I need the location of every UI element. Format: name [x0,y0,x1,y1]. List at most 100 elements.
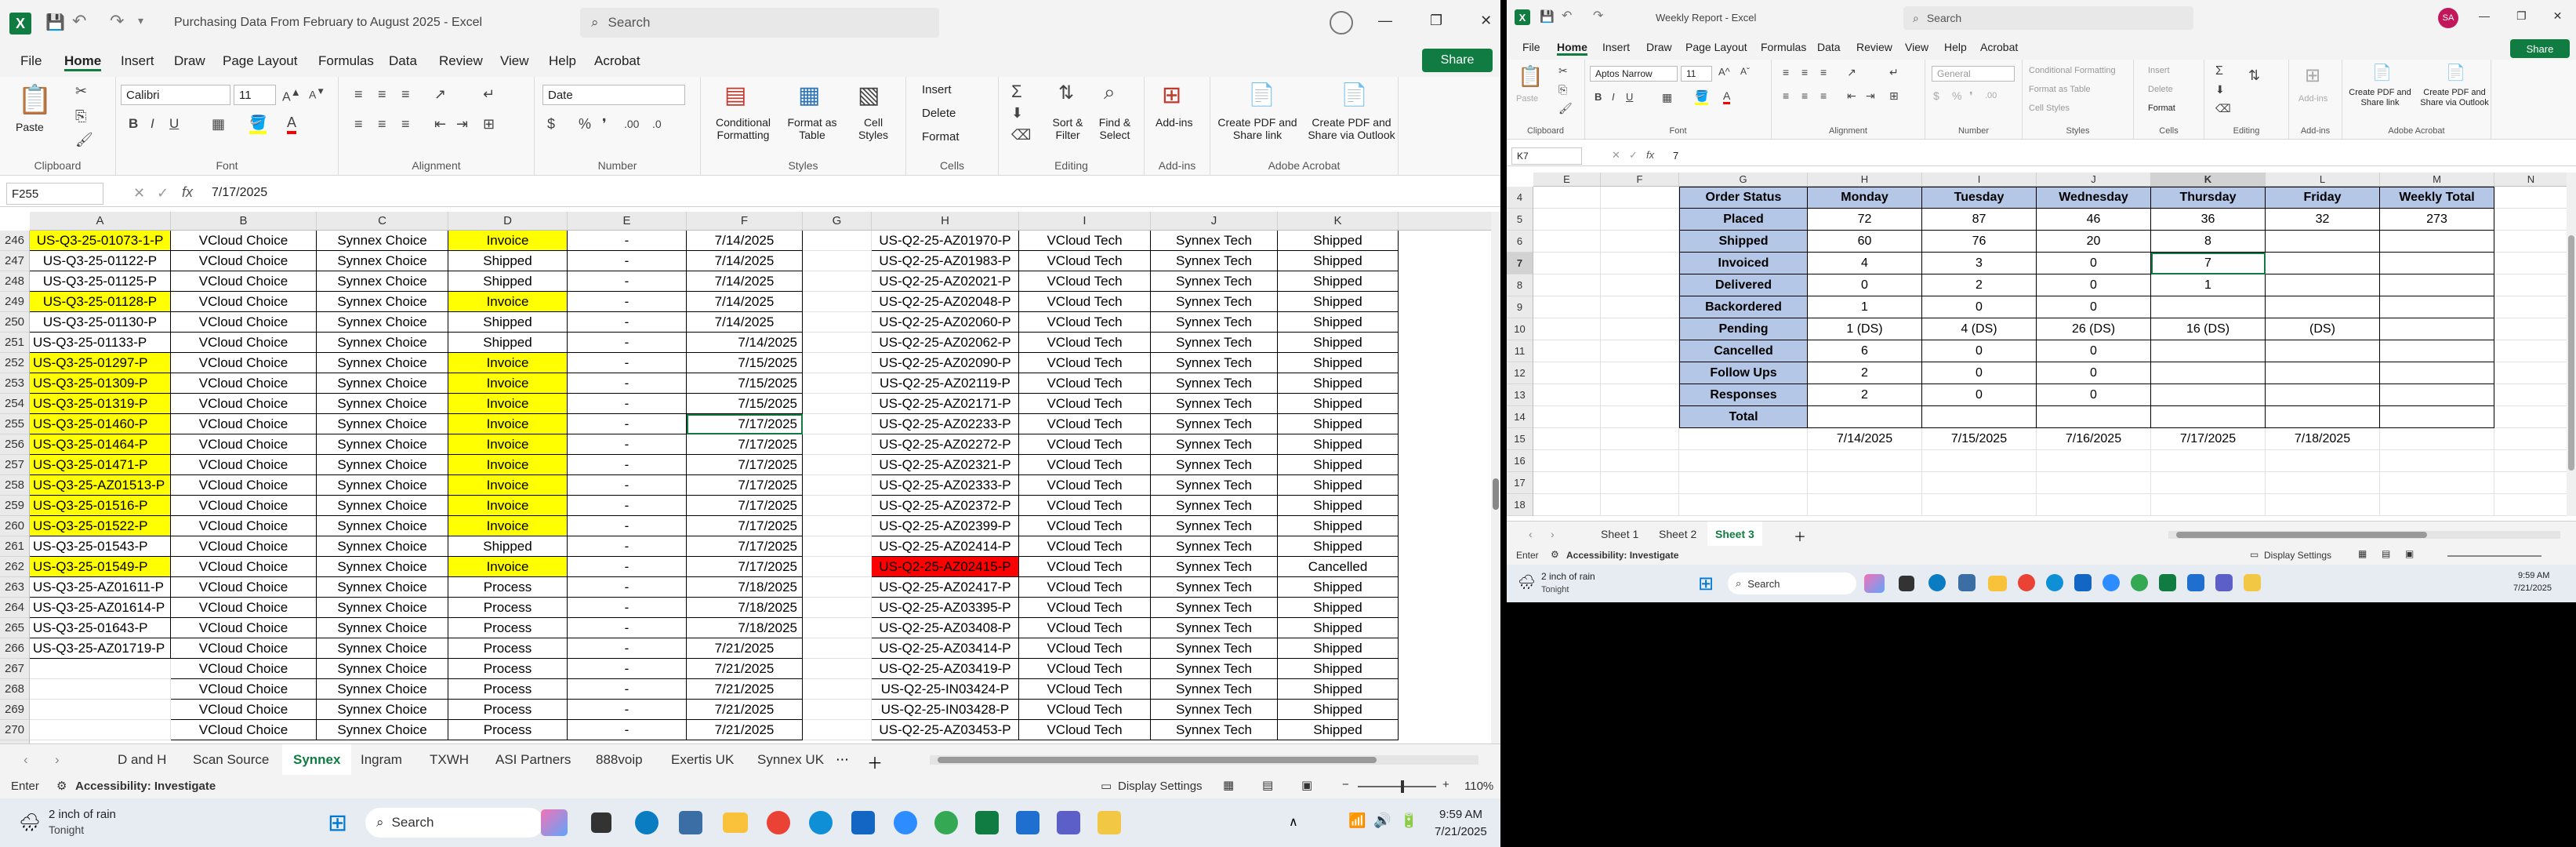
cell-f[interactable]: 7/21/2025 [687,638,803,659]
cell-b[interactable]: VCloud Choice [171,434,317,455]
cell[interactable] [1533,274,1601,296]
outlook-icon[interactable] [2074,574,2092,591]
function-icon[interactable]: fx [182,184,193,201]
cell-k[interactable]: Shipped [1278,516,1399,536]
chrome-profile-icon[interactable] [2131,574,2148,591]
cell[interactable] [2494,231,2568,253]
cell-j[interactable]: Synnex Tech [1151,577,1278,598]
value-cell[interactable]: 2 [1922,274,2037,296]
status-label-cell[interactable]: Invoiced [1679,253,1808,274]
comma-icon[interactable]: ❜ [602,116,607,133]
cell-b[interactable]: VCloud Choice [171,679,317,700]
edge-icon[interactable] [1928,574,1946,591]
cell[interactable] [1533,428,1601,450]
cell-h[interactable]: US-Q2-25-AZ02372-P [872,496,1019,516]
chrome-profile-icon[interactable] [934,811,958,834]
cell-f[interactable]: 7/15/2025 [687,353,803,373]
edge-browser-icon[interactable] [2046,574,2063,591]
redo-icon[interactable]: ↷ [1593,8,1603,24]
cell[interactable] [2494,406,2568,428]
row-header[interactable]: 18 [1507,494,1533,516]
status-label-cell[interactable]: Pending [1679,318,1808,340]
underline-icon[interactable]: U [169,116,179,132]
cell-d[interactable]: Process [448,720,568,740]
row-header[interactable]: 250 [0,312,29,333]
sticky-notes-icon[interactable] [1098,811,1121,834]
column-header[interactable]: B [171,212,317,230]
wifi-icon[interactable]: 📶 [1348,812,1366,829]
cell-j[interactable]: Synnex Tech [1151,455,1278,475]
cell[interactable] [1922,450,2037,472]
cell-f[interactable]: 7/21/2025 [687,720,803,740]
align-left-icon[interactable]: ≡ [354,116,363,133]
cell-k[interactable]: Shipped [1278,312,1399,333]
page-layout-icon[interactable]: ▤ [1262,778,1273,792]
status-label-cell[interactable]: Placed [1679,209,1808,231]
align-middle-icon[interactable]: ≡ [378,86,386,103]
column-header[interactable]: M [2380,173,2494,186]
cell-j[interactable]: Synnex Tech [1151,720,1278,740]
zoom-app-icon[interactable] [894,811,917,834]
cell-c[interactable]: Synnex Choice [317,373,448,394]
cell-g[interactable] [803,475,872,496]
value-cell[interactable]: 0 [1808,274,1922,296]
cell-j[interactable]: Synnex Tech [1151,475,1278,496]
value-cell[interactable]: 2 [1808,384,1922,406]
cell-e[interactable]: - [568,659,687,679]
cell-e[interactable]: - [568,638,687,659]
cell-e[interactable]: - [568,496,687,516]
menu-page-layout[interactable]: Page Layout [1685,41,1747,53]
cell-d[interactable]: Process [448,700,568,720]
cell-a[interactable] [30,700,171,720]
value-cell[interactable] [2266,406,2380,428]
date-cell[interactable]: 7/14/2025 [1808,428,1922,450]
font-name-select[interactable]: Aptos Narrow [1590,66,1678,82]
file-explorer-icon[interactable] [723,812,748,833]
value-cell[interactable]: 2 [1808,362,1922,384]
cell-h[interactable]: US-Q2-25-AZ03395-P [872,598,1019,618]
value-cell[interactable]: 4 (DS) [1922,318,2037,340]
save-icon[interactable]: 💾 [1540,9,1555,24]
value-cell[interactable]: 6 [1808,340,1922,362]
undo-icon[interactable]: ↶ [1562,8,1572,24]
value-cell[interactable] [2266,274,2380,296]
cell-h[interactable]: US-Q2-25-AZ02021-P [872,271,1019,292]
cell-j[interactable]: Synnex Tech [1151,292,1278,312]
cell-j[interactable]: Synnex Tech [1151,434,1278,455]
weather-icon[interactable]: 🌧 [19,812,41,833]
decrease-font-icon[interactable]: A▼ [309,86,325,101]
cell[interactable] [2266,472,2380,494]
value-cell[interactable]: 46 [2037,209,2151,231]
cell-f[interactable]: 7/14/2025 [687,231,803,251]
addins-icon[interactable]: ⊞ [2305,64,2320,87]
cell[interactable] [2494,494,2568,516]
cell-h[interactable]: US-Q2-25-AZ02417-P [872,577,1019,598]
row-header[interactable]: 9 [1507,296,1533,318]
cell-k[interactable]: Shipped [1278,720,1399,740]
cell-i[interactable]: VCloud Tech [1019,333,1151,353]
cell[interactable] [1679,428,1808,450]
cell-b[interactable]: VCloud Choice [171,516,317,536]
value-cell[interactable]: 0 [1922,340,2037,362]
cell-i[interactable]: VCloud Tech [1019,516,1151,536]
cell-d[interactable]: Shipped [448,271,568,292]
cell-e[interactable]: - [568,434,687,455]
cell[interactable] [1922,472,2037,494]
cell-e[interactable]: - [568,271,687,292]
scroll-thumb[interactable] [2568,235,2574,471]
cell-d[interactable]: Invoice [448,394,568,414]
addins-button[interactable]: Add-ins [1156,116,1192,129]
cell-h[interactable]: US-Q2-25-AZ02415-P [872,557,1019,577]
cell-h[interactable]: US-Q2-25-AZ01983-P [872,251,1019,271]
cell-i[interactable]: VCloud Tech [1019,496,1151,516]
value-cell[interactable]: (DS) [2266,318,2380,340]
cell-a[interactable]: US-Q3-25-01543-P [30,536,171,557]
column-header[interactable]: K [1278,212,1399,230]
cell-g[interactable] [803,373,872,394]
cell[interactable] [2494,274,2568,296]
date-cell[interactable]: 7/17/2025 [2151,428,2266,450]
cell-f[interactable]: 7/17/2025 [687,414,803,434]
cell-j[interactable]: Synnex Tech [1151,638,1278,659]
value-cell[interactable]: 1 [1808,296,1922,318]
cell-c[interactable]: Synnex Choice [317,496,448,516]
